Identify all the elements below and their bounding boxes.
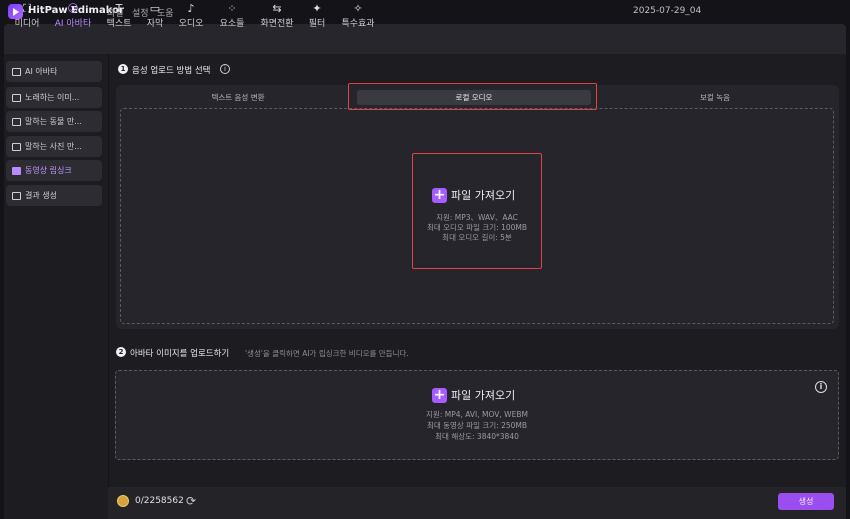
project-name: 2025-07-29_04	[633, 6, 702, 16]
avatar-icon	[12, 67, 21, 76]
transition-icon: ⇆	[272, 2, 282, 15]
audio-icon: ♪	[187, 2, 195, 15]
tab-text-to-speech[interactable]: 텍스트 음성 변환	[180, 90, 296, 105]
text-icon: T	[115, 2, 123, 15]
footer-bar	[108, 487, 846, 519]
info-icon[interactable]: i	[220, 64, 230, 74]
effects-icon: ✧	[353, 2, 363, 15]
credit-balance: 0/2258562	[135, 496, 184, 506]
tab-vocal-recording[interactable]: 보컬 녹음	[656, 90, 774, 105]
image-import-button[interactable]: + 파일 가져오기	[432, 387, 515, 403]
sidebar-item-ai-avatar[interactable]: AI 아바타	[6, 61, 102, 82]
sidebar-item-results[interactable]: 결과 생성	[6, 185, 102, 206]
tab-audio[interactable]: ♪ 오디오	[176, 2, 206, 30]
tab-transition[interactable]: ⇆ 화면전환	[258, 2, 296, 30]
elements-icon: ⁘	[227, 2, 237, 15]
photo-icon	[12, 142, 21, 151]
highlight-box-tab	[348, 83, 597, 110]
lipsync-icon	[12, 166, 21, 175]
sidebar-item-talking-animal[interactable]: 말하는 동물 만...	[6, 111, 102, 132]
refresh-icon[interactable]: ⟳	[186, 494, 196, 508]
highlight-box-upload	[412, 153, 542, 269]
sidebar-item-video-lipsync[interactable]: 동영상 립싱크	[6, 160, 102, 181]
step1-number: 1	[118, 64, 128, 74]
step2-title: 아바타 이미지를 업로드하기	[130, 349, 230, 359]
tab-media[interactable]: ⛶ 미디어	[10, 2, 44, 30]
image-icon	[12, 93, 21, 102]
avatar-icon: ☺	[67, 2, 79, 15]
filter-icon: ✦	[312, 2, 322, 15]
subtitle-icon: ▭	[149, 2, 161, 15]
folder-icon	[12, 191, 21, 200]
tab-filter[interactable]: ✦ 필터	[306, 2, 328, 30]
tab-subtitle[interactable]: ▭ 자막	[145, 2, 165, 30]
image-spec-size: 최대 동영상 파일 크기: 250MB	[426, 421, 528, 430]
tab-effects[interactable]: ✧ 특수효과	[338, 2, 378, 30]
tab-elements[interactable]: ⁘ 요소들	[218, 2, 246, 30]
generate-button[interactable]: 생성	[778, 493, 834, 510]
plus-icon: +	[432, 386, 447, 403]
step2-hint: '생성'을 클릭하면 AI가 립싱크한 비디오를 만듭니다.	[245, 349, 409, 358]
image-spec-resolution: 최대 해상도: 3840*3840	[435, 432, 519, 441]
animal-icon	[12, 117, 21, 126]
step1-title: 음성 업로드 방법 선택	[132, 66, 211, 76]
sidebar-item-singing-image[interactable]: 노래하는 이미...	[6, 87, 102, 108]
image-spec-formats: 지원: MP4, AVI, MOV, WEBM	[426, 410, 528, 419]
tab-text[interactable]: T 텍스트	[104, 2, 134, 30]
sidebar-item-talking-photo[interactable]: 말하는 사진 만...	[6, 136, 102, 157]
coin-icon	[117, 495, 129, 507]
step2-number: 2	[116, 347, 126, 357]
media-icon: ⛶	[23, 2, 31, 15]
info-icon[interactable]: i	[815, 381, 827, 393]
tab-ai-avatar[interactable]: ☺ AI 아바타	[52, 2, 94, 30]
